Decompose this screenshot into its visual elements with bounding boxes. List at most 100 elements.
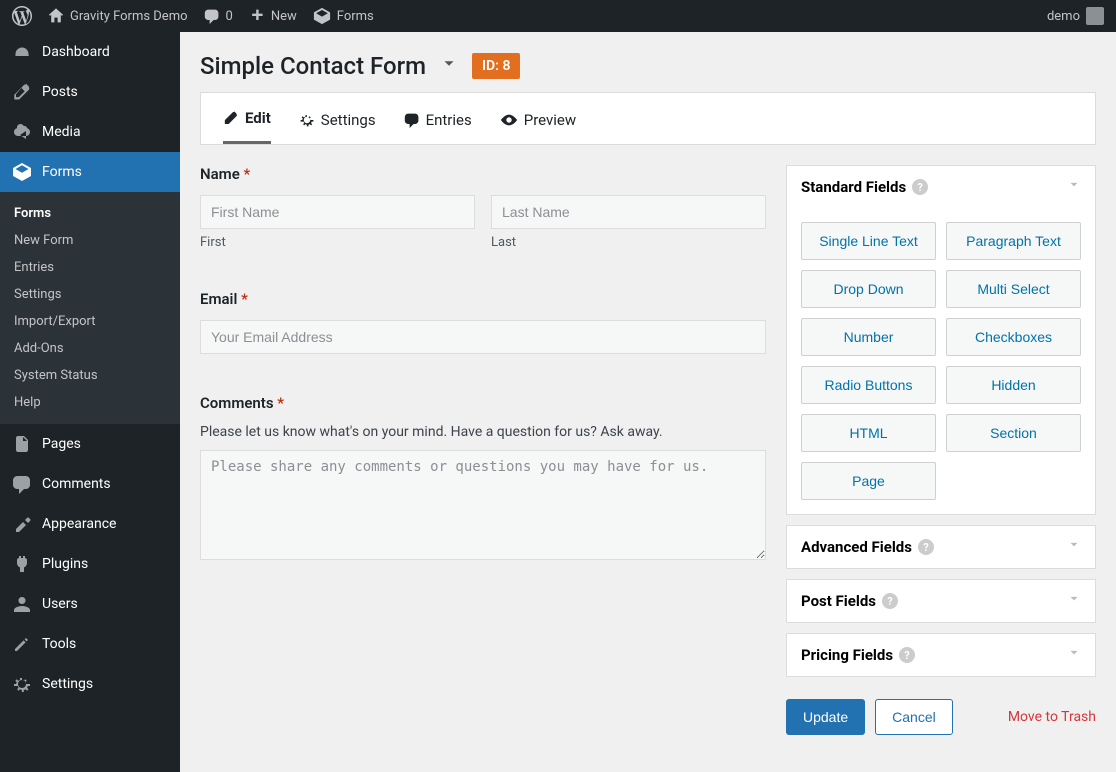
sidebar-item-label: Comments [42,476,111,492]
field-type-number[interactable]: Number [801,318,936,356]
form-switcher-dropdown[interactable] [440,55,458,77]
field-label: Email * [200,290,766,308]
forms-admin-link[interactable]: Forms [313,7,374,25]
tab-label: Entries [426,111,472,129]
page-title: Simple Contact Form [200,52,426,80]
forms-submenu: Forms New Form Entries Settings Import/E… [0,192,180,424]
wordpress-logo[interactable] [12,6,32,26]
user-menu[interactable]: demo [1047,7,1104,25]
field-description: Please let us know what's on your mind. … [200,424,766,440]
field-type-checkboxes[interactable]: Checkboxes [946,318,1081,356]
field-type-hidden[interactable]: Hidden [946,366,1081,404]
sidebar-item-label: Forms [42,164,82,180]
sidebar-item-media[interactable]: Media [0,112,180,152]
submenu-item-settings[interactable]: Settings [0,281,180,308]
submenu-item-new-form[interactable]: New Form [0,227,180,254]
field-name[interactable]: Name * First Last [200,165,766,250]
field-type-section[interactable]: Section [946,414,1081,452]
field-comments[interactable]: Comments * Please let us know what's on … [200,394,766,564]
field-type-html[interactable]: HTML [801,414,936,452]
email-input[interactable] [200,320,766,354]
update-button[interactable]: Update [786,699,865,735]
tab-label: Edit [245,109,271,127]
first-name-input[interactable] [200,195,475,229]
submenu-item-forms[interactable]: Forms [0,200,180,227]
sidebar-item-settings[interactable]: Settings [0,664,180,704]
submenu-item-entries[interactable]: Entries [0,254,180,281]
required-indicator: * [244,165,251,183]
comments-count: 0 [226,9,233,24]
sidebar-item-dashboard[interactable]: Dashboard [0,32,180,72]
chevron-down-icon [1067,538,1081,556]
sidebar-item-label: Dashboard [42,44,110,60]
sidebar-item-label: Users [42,596,78,612]
sidebar-item-pages[interactable]: Pages [0,424,180,464]
sidebar-item-tools[interactable]: Tools [0,624,180,664]
help-icon[interactable]: ? [912,179,928,195]
field-type-multi-select[interactable]: Multi Select [946,270,1081,308]
new-content-link[interactable]: New [249,8,297,24]
tab-entries[interactable]: Entries [404,93,472,144]
chevron-down-icon [1067,592,1081,610]
user-name-label: demo [1047,9,1080,24]
help-icon[interactable]: ? [882,593,898,609]
standard-fields-panel: Standard Fields ? Single Line Text Parag… [786,165,1096,515]
last-name-input[interactable] [491,195,766,229]
field-email[interactable]: Email * [200,290,766,354]
last-sublabel: Last [491,235,766,250]
page-header: Simple Contact Form ID: 8 [180,32,1116,92]
content-area: Simple Contact Form ID: 8 Edit Settings … [180,32,1116,772]
submenu-item-import-export[interactable]: Import/Export [0,308,180,335]
field-palette: Standard Fields ? Single Line Text Parag… [786,165,1096,735]
comments-link[interactable]: 0 [204,8,233,24]
submenu-item-addons[interactable]: Add-Ons [0,335,180,362]
field-type-drop-down[interactable]: Drop Down [801,270,936,308]
field-type-single-line-text[interactable]: Single Line Text [801,222,936,260]
field-type-paragraph-text[interactable]: Paragraph Text [946,222,1081,260]
site-name-label: Gravity Forms Demo [70,9,188,24]
field-type-radio-buttons[interactable]: Radio Buttons [801,366,936,404]
site-home-link[interactable]: Gravity Forms Demo [48,8,188,24]
sidebar-item-label: Plugins [42,556,88,572]
tab-label: Settings [321,111,376,129]
sidebar-item-forms[interactable]: Forms [0,152,180,192]
pricing-fields-panel: Pricing Fields ? [786,633,1096,677]
required-indicator: * [241,290,248,308]
field-type-page[interactable]: Page [801,462,936,500]
move-to-trash-link[interactable]: Move to Trash [1008,709,1096,725]
avatar [1086,7,1104,25]
submenu-item-help[interactable]: Help [0,389,180,416]
sidebar-item-posts[interactable]: Posts [0,72,180,112]
chevron-down-icon [1067,178,1081,196]
tab-settings[interactable]: Settings [299,93,376,144]
tab-preview[interactable]: Preview [500,93,576,144]
cancel-button[interactable]: Cancel [875,699,953,735]
sidebar-item-users[interactable]: Users [0,584,180,624]
help-icon[interactable]: ? [918,539,934,555]
form-tabs: Edit Settings Entries Preview [200,92,1096,145]
sidebar-item-label: Media [42,124,81,140]
sidebar-item-plugins[interactable]: Plugins [0,544,180,584]
sidebar-item-comments[interactable]: Comments [0,464,180,504]
sidebar-item-label: Appearance [42,516,116,532]
new-label: New [271,9,297,24]
admin-sidebar: Dashboard Posts Media Forms Forms New Fo… [0,32,180,772]
tab-edit[interactable]: Edit [223,93,271,144]
pricing-fields-header[interactable]: Pricing Fields ? [787,634,1095,676]
sidebar-item-appearance[interactable]: Appearance [0,504,180,544]
comments-textarea[interactable] [200,450,766,560]
first-sublabel: First [200,235,475,250]
form-id-badge: ID: 8 [472,53,520,79]
advanced-fields-header[interactable]: Advanced Fields ? [787,526,1095,568]
field-label: Comments * [200,394,766,412]
help-icon[interactable]: ? [899,647,915,663]
field-label: Name * [200,165,766,183]
standard-fields-header[interactable]: Standard Fields ? [787,166,1095,208]
advanced-fields-panel: Advanced Fields ? [786,525,1096,569]
post-fields-panel: Post Fields ? [786,579,1096,623]
chevron-down-icon [1067,646,1081,664]
sidebar-item-label: Tools [42,636,76,652]
form-action-row: Update Cancel Move to Trash [786,687,1096,735]
post-fields-header[interactable]: Post Fields ? [787,580,1095,622]
submenu-item-system-status[interactable]: System Status [0,362,180,389]
